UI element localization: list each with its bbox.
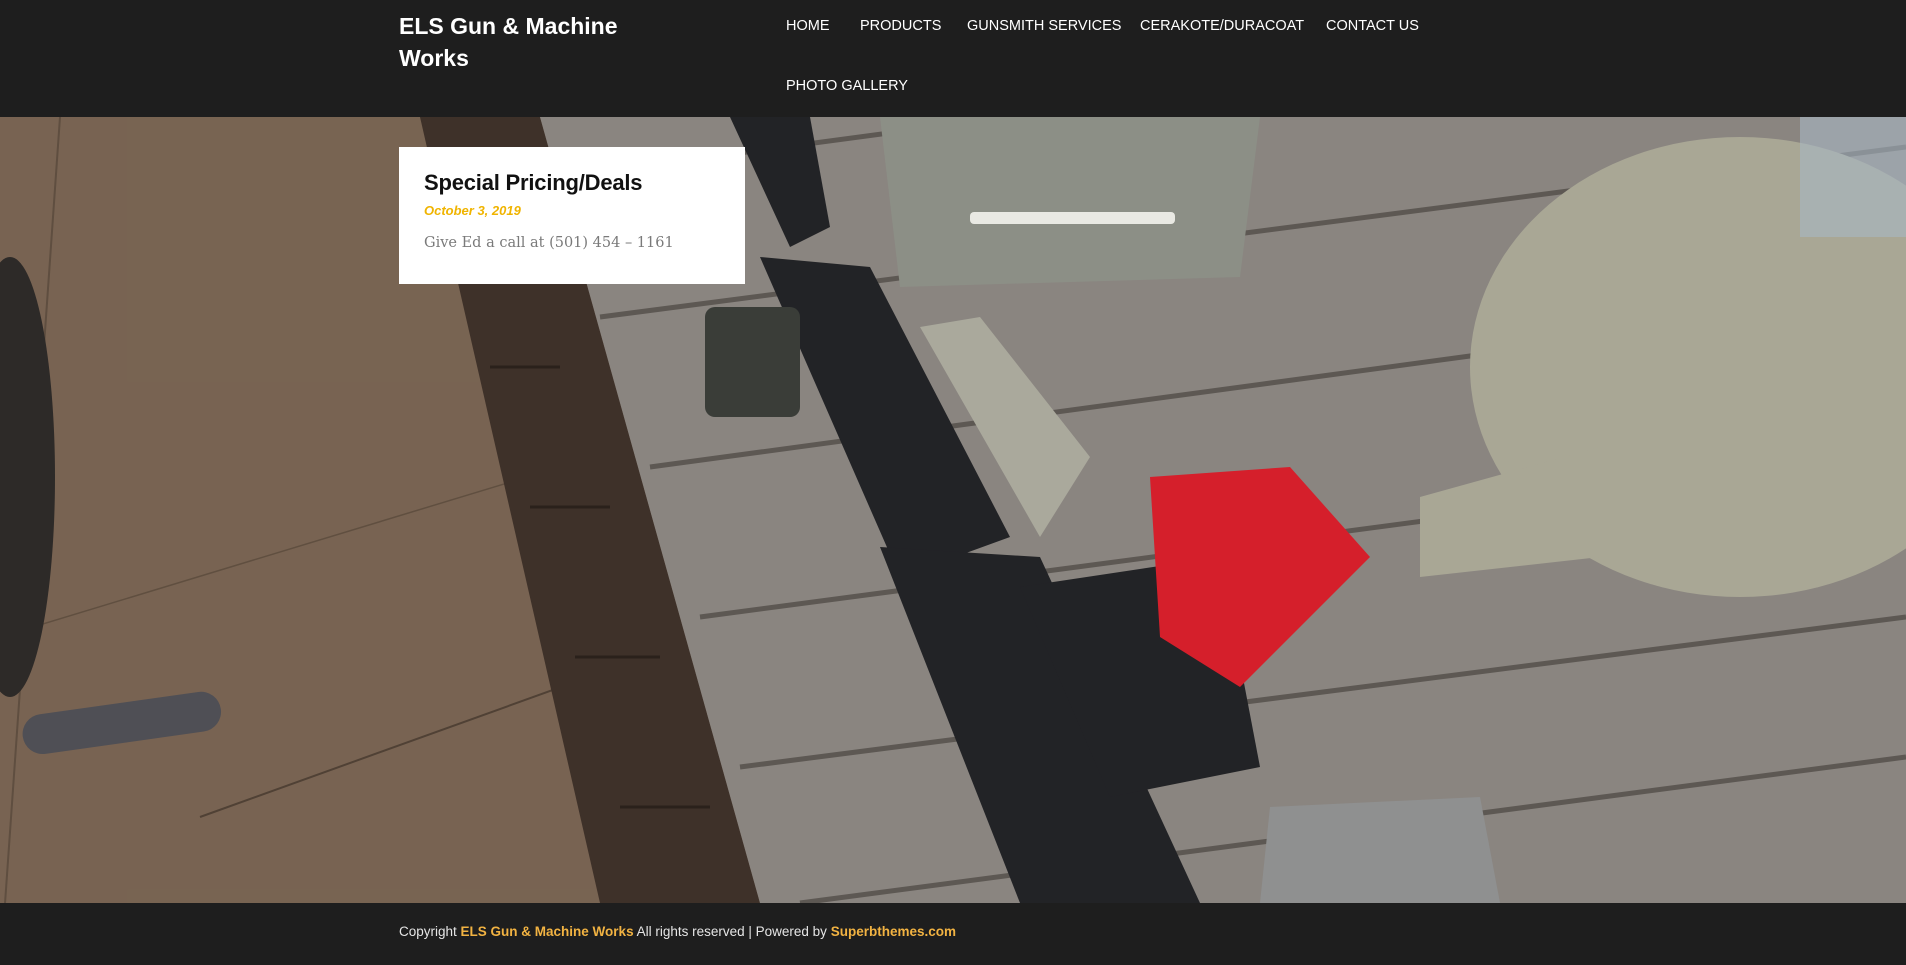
- post-title-link[interactable]: Special Pricing/Deals: [424, 168, 720, 198]
- nav-item-products[interactable]: PRODUCTS: [860, 16, 941, 36]
- nav-item-cerakote-duracoat[interactable]: CERAKOTE/DURACOAT: [1140, 16, 1304, 36]
- footer-powered-by-link[interactable]: Superbthemes.com: [831, 924, 956, 939]
- hero-background-image: [0, 117, 1906, 903]
- footer-site-link[interactable]: ELS Gun & Machine Works: [461, 924, 634, 939]
- nav-item-home[interactable]: HOME: [786, 16, 830, 36]
- post-excerpt: Give Ed a call at (501) 454 – 1161: [424, 235, 674, 251]
- nav-item-gunsmith-services[interactable]: GUNSMITH SERVICES: [967, 16, 1121, 36]
- footer-copyright-label: Copyright: [399, 924, 457, 939]
- footer-credits: Copyright ELS Gun & Machine Works All ri…: [399, 923, 956, 941]
- nav-item-contact-us[interactable]: CONTACT US: [1326, 16, 1419, 36]
- site-title-link[interactable]: ELS Gun & Machine Works: [399, 10, 639, 74]
- site-header: ELS Gun & Machine Works HOME PRODUCTS GU…: [0, 0, 1906, 117]
- site-footer: Copyright ELS Gun & Machine Works All ri…: [0, 903, 1906, 965]
- post-date-link[interactable]: October 3, 2019: [424, 202, 720, 220]
- post-card: Special Pricing/Deals October 3, 2019 Gi…: [399, 147, 745, 284]
- footer-rights-text: All rights reserved | Powered by: [636, 924, 827, 939]
- nav-item-photo-gallery[interactable]: PHOTO GALLERY: [786, 76, 908, 96]
